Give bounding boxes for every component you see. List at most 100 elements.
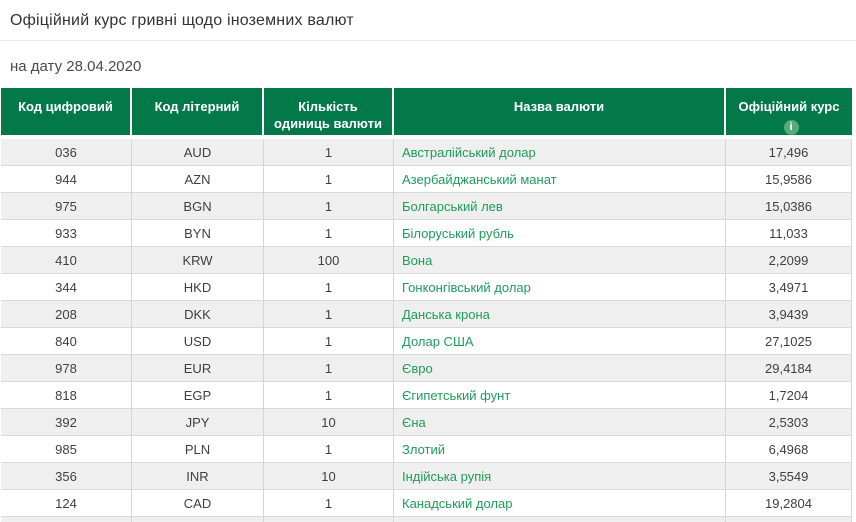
letter-code-cell: EGP (132, 382, 264, 409)
numeric-code-cell: 944 (1, 166, 132, 193)
currency-name-cell: Болгарський лев (394, 193, 726, 220)
table-row-partial (1, 517, 852, 522)
currency-name-cell: Долар США (394, 328, 726, 355)
currency-name-link[interactable]: Азербайджанський манат (402, 172, 557, 187)
letter-code-cell: HKD (132, 274, 264, 301)
currency-name-cell: Індійська рупія (394, 463, 726, 490)
units-cell: 1 (264, 220, 394, 247)
table-row: 944 AZN 1 Азербайджанський манат 15,9586 (1, 166, 852, 193)
col-header-currency-name: Назва валюти (394, 88, 726, 139)
letter-code-cell: DKK (132, 301, 264, 328)
table-row: 975 BGN 1 Болгарський лев 15,0386 (1, 193, 852, 220)
units-cell: 10 (264, 463, 394, 490)
numeric-code-cell: 036 (1, 139, 132, 166)
units-cell: 1 (264, 328, 394, 355)
exchange-rates-page: Офіційний курс гривні щодо іноземних вал… (0, 0, 856, 522)
rate-cell: 11,033 (726, 220, 852, 247)
numeric-code-cell: 356 (1, 463, 132, 490)
exchange-rates-table: Код цифровий Код літерний Кількість один… (1, 88, 852, 522)
currency-name-cell: Данська крона (394, 301, 726, 328)
table-row: 410 KRW 100 Вона 2,2099 (1, 247, 852, 274)
units-cell (264, 517, 394, 522)
units-cell: 1 (264, 382, 394, 409)
table-row: 356 INR 10 Індійська рупія 3,5549 (1, 463, 852, 490)
numeric-code-cell: 840 (1, 328, 132, 355)
currency-name-cell: Білоруський рубль (394, 220, 726, 247)
letter-code-cell: AUD (132, 139, 264, 166)
currency-name-cell: Злотий (394, 436, 726, 463)
rate-cell: 3,5549 (726, 463, 852, 490)
currency-name-link[interactable]: Вона (402, 253, 432, 268)
currency-name-link[interactable]: Індійська рупія (402, 469, 491, 484)
units-cell: 10 (264, 409, 394, 436)
numeric-code-cell: 933 (1, 220, 132, 247)
col-header-numeric-code: Код цифровий (1, 88, 132, 139)
letter-code-cell: BYN (132, 220, 264, 247)
currency-name-link[interactable]: Єгипетський фунт (402, 388, 510, 403)
currency-name-cell: Вона (394, 247, 726, 274)
letter-code-cell (132, 517, 264, 522)
col-header-units: Кількість одиниць валюти (264, 88, 394, 139)
currency-name-link[interactable]: Канадський долар (402, 496, 512, 511)
col-header-letter-code: Код літерний (132, 88, 264, 139)
rate-cell (726, 517, 852, 522)
numeric-code-cell: 208 (1, 301, 132, 328)
numeric-code-cell: 818 (1, 382, 132, 409)
table-row: 840 USD 1 Долар США 27,1025 (1, 328, 852, 355)
date-bar: на дату 28.04.2020 (0, 41, 856, 88)
col-header-official-rate-label: Офіційний курс (739, 99, 840, 114)
rate-cell: 29,4184 (726, 355, 852, 382)
currency-name-link[interactable]: Єна (402, 415, 426, 430)
numeric-code-cell: 975 (1, 193, 132, 220)
units-cell: 1 (264, 139, 394, 166)
col-header-official-rate: Офіційний курс i (726, 88, 852, 139)
letter-code-cell: USD (132, 328, 264, 355)
rate-cell: 6,4968 (726, 436, 852, 463)
rates-table-body: 036 AUD 1 Австралійський долар 17,496 94… (1, 139, 852, 522)
table-row: 985 PLN 1 Злотий 6,4968 (1, 436, 852, 463)
rate-cell: 27,1025 (726, 328, 852, 355)
table-row: 818 EGP 1 Єгипетський фунт 1,7204 (1, 382, 852, 409)
numeric-code-cell: 410 (1, 247, 132, 274)
rate-cell: 15,9586 (726, 166, 852, 193)
letter-code-cell: PLN (132, 436, 264, 463)
currency-name-link[interactable]: Австралійський долар (402, 145, 536, 160)
letter-code-cell: AZN (132, 166, 264, 193)
letter-code-cell: JPY (132, 409, 264, 436)
currency-name-link[interactable]: Гонконгівський долар (402, 280, 531, 295)
numeric-code-cell (1, 517, 132, 522)
currency-name-link[interactable]: Злотий (402, 442, 445, 457)
rate-cell: 3,4971 (726, 274, 852, 301)
date-label: на дату 28.04.2020 (10, 58, 141, 75)
currency-name-link[interactable]: Білоруський рубль (402, 226, 514, 241)
numeric-code-cell: 978 (1, 355, 132, 382)
info-icon[interactable]: i (784, 120, 799, 135)
numeric-code-cell: 124 (1, 490, 132, 517)
currency-name-link[interactable]: Болгарський лев (402, 199, 503, 214)
currency-name-cell: Канадський долар (394, 490, 726, 517)
letter-code-cell: CAD (132, 490, 264, 517)
table-row: 208 DKK 1 Данська крона 3,9439 (1, 301, 852, 328)
units-cell: 100 (264, 247, 394, 274)
currency-name-link[interactable]: Данська крона (402, 307, 490, 322)
rate-cell: 17,496 (726, 139, 852, 166)
currency-name-link[interactable]: Євро (402, 361, 433, 376)
currency-name-cell: Гонконгівський долар (394, 274, 726, 301)
page-title: Офіційний курс гривні щодо іноземних вал… (10, 12, 846, 30)
numeric-code-cell: 344 (1, 274, 132, 301)
page-header: Офіційний курс гривні щодо іноземних вал… (0, 0, 856, 41)
currency-name-cell: Євро (394, 355, 726, 382)
currency-name-link[interactable]: Долар США (402, 334, 474, 349)
currency-name-cell: Азербайджанський манат (394, 166, 726, 193)
letter-code-cell: INR (132, 463, 264, 490)
table-row: 978 EUR 1 Євро 29,4184 (1, 355, 852, 382)
units-cell: 1 (264, 355, 394, 382)
letter-code-cell: BGN (132, 193, 264, 220)
rate-cell: 15,0386 (726, 193, 852, 220)
rate-cell: 3,9439 (726, 301, 852, 328)
rate-cell: 2,5303 (726, 409, 852, 436)
rate-cell: 1,7204 (726, 382, 852, 409)
units-cell: 1 (264, 166, 394, 193)
currency-name-cell: Єгипетський фунт (394, 382, 726, 409)
rate-cell: 2,2099 (726, 247, 852, 274)
